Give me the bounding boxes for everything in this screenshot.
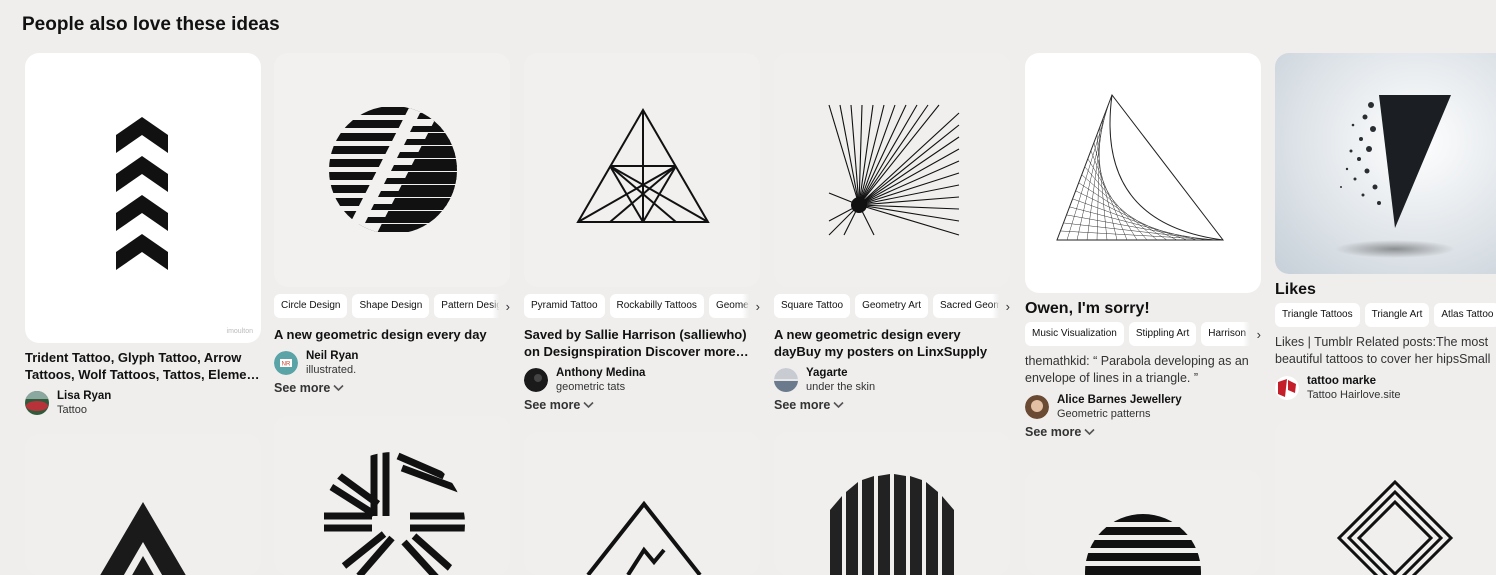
pin-card[interactable]: Circle Design Shape Design Pattern Desig… <box>274 53 510 395</box>
chevron-right-icon[interactable]: › <box>742 293 760 319</box>
pin-image[interactable] <box>25 434 261 575</box>
watermark: imoulton <box>226 328 253 335</box>
avatar[interactable] <box>774 368 798 392</box>
pin-title[interactable]: Saved by Sallie Harrison (salliewho) on … <box>524 326 760 360</box>
pinner[interactable]: Yagarte under the skin <box>774 366 1010 394</box>
pinner[interactable]: Lisa Ryan Tattoo <box>25 389 261 417</box>
see-more-button[interactable]: See more <box>274 381 510 395</box>
pinner-board[interactable]: geometric tats <box>556 380 645 394</box>
pinner[interactable]: NR Neil Ryan illustrated. <box>274 349 510 377</box>
pin-image[interactable] <box>1025 470 1261 575</box>
pinner[interactable]: tattoo marke Tattoo Hairlove.site <box>1275 374 1496 402</box>
pin-image[interactable] <box>524 53 760 287</box>
pin-image[interactable] <box>1275 420 1496 575</box>
chevron-down-icon <box>333 384 344 392</box>
pin-title[interactable]: Likes <box>1275 280 1496 300</box>
pin-title[interactable]: A new geometric design every day <box>274 326 510 343</box>
chevron-right-icon[interactable]: › <box>492 293 510 319</box>
tag-chip[interactable]: Triangle Tattoos <box>1275 303 1360 327</box>
tag-list: Triangle Tattoos Triangle Art Atlas Tatt… <box>1275 302 1496 328</box>
pinner-name[interactable]: Neil Ryan <box>306 349 358 363</box>
pinner-name[interactable]: Yagarte <box>806 366 875 380</box>
pinner-board[interactable]: Tattoo Hairlove.site <box>1307 388 1401 402</box>
pin-title[interactable]: Owen, I'm sorry! <box>1025 299 1261 319</box>
see-more-label: See more <box>774 398 831 412</box>
see-more-label: See more <box>274 381 331 395</box>
pin-description: Likes | Tumblr Related posts:The most be… <box>1275 335 1491 366</box>
pin-card[interactable]: Owen, I'm sorry! Music Visualization Sti… <box>1025 53 1261 439</box>
see-more-button[interactable]: See more <box>524 398 760 412</box>
tag-chip[interactable]: Geometry Art <box>855 294 928 318</box>
pin-card[interactable]: imoulton Trident Tattoo, Glyph Tattoo, A… <box>25 53 261 417</box>
pin-image[interactable] <box>1275 53 1496 274</box>
pin-image[interactable] <box>774 53 1010 287</box>
pinner[interactable]: Alice Barnes Jewellery Geometric pattern… <box>1025 393 1261 421</box>
tag-list: Pyramid Tattoo Rockabilly Tattoos Geomet… <box>524 293 760 319</box>
chevron-right-icon[interactable]: › <box>1243 321 1261 347</box>
chevron-down-icon <box>833 401 844 409</box>
pinner-name[interactable]: tattoo marke <box>1307 374 1401 388</box>
avatar[interactable] <box>524 368 548 392</box>
tag-chip[interactable]: Atlas Tattoo <box>1434 303 1496 327</box>
pinner-name[interactable]: Alice Barnes Jewellery <box>1057 393 1182 407</box>
tag-chip[interactable]: Music Visualization <box>1025 322 1124 346</box>
chevron-right-icon[interactable]: › <box>992 293 1010 319</box>
section-title: People also love these ideas <box>22 14 280 35</box>
see-more-label: See more <box>524 398 581 412</box>
tag-chip[interactable]: Triangle Art <box>1364 303 1430 327</box>
tag-chip[interactable]: Square Tattoo <box>774 294 851 318</box>
pin-card[interactable]: Square Tattoo Geometry Art Sacred Geomet… <box>774 53 1010 412</box>
avatar[interactable] <box>1025 395 1049 419</box>
pinner[interactable]: Anthony Medina geometric tats <box>524 366 760 394</box>
tag-chip[interactable]: Shape Design <box>352 294 430 318</box>
pin-image[interactable] <box>1025 53 1261 293</box>
pin-card[interactable]: Likes Triangle Tattoos Triangle Art Atla… <box>1275 53 1496 402</box>
pinner-name[interactable]: Anthony Medina <box>556 366 645 380</box>
tag-chip[interactable]: Circle Design <box>274 294 348 318</box>
pin-title[interactable]: Trident Tattoo, Glyph Tattoo, Arrow Tatt… <box>25 349 261 383</box>
pin-title[interactable]: A new geometric design every dayBuy my p… <box>774 326 1010 360</box>
avatar[interactable] <box>1275 376 1299 400</box>
pinner-name[interactable]: Lisa Ryan <box>57 389 111 403</box>
tag-list: Music Visualization Stippling Art Harris… <box>1025 321 1261 347</box>
pin-image[interactable]: imoulton <box>25 53 261 343</box>
chevron-down-icon <box>1084 428 1095 436</box>
pin-image[interactable] <box>524 432 760 575</box>
pinner-board[interactable]: Geometric patterns <box>1057 407 1182 421</box>
tag-chip[interactable]: Rockabilly Tattoos <box>609 294 704 318</box>
avatar[interactable] <box>25 391 49 415</box>
pin-image[interactable] <box>274 416 510 575</box>
pin-image[interactable] <box>274 53 510 287</box>
chevron-down-icon <box>583 401 594 409</box>
pinner-board[interactable]: under the skin <box>806 380 875 394</box>
pinner-board[interactable]: illustrated. <box>306 363 358 377</box>
avatar[interactable]: NR <box>274 351 298 375</box>
pin-card[interactable]: Pyramid Tattoo Rockabilly Tattoos Geomet… <box>524 53 760 412</box>
pin-image[interactable] <box>774 432 1010 575</box>
tag-chip[interactable]: Stippling Art <box>1128 322 1197 346</box>
tag-list: Square Tattoo Geometry Art Sacred Geomet… <box>774 293 1010 319</box>
pinner-board[interactable]: Tattoo <box>57 403 111 417</box>
see-more-button[interactable]: See more <box>774 398 1010 412</box>
see-more-button[interactable]: See more <box>1025 425 1261 439</box>
tag-chip[interactable]: Pyramid Tattoo <box>524 294 605 318</box>
tag-list: Circle Design Shape Design Pattern Desig… <box>274 293 510 319</box>
avatar-initials: NR <box>282 362 291 368</box>
see-more-label: See more <box>1025 425 1082 439</box>
pin-description: themathkid: “ Parabola developing as an … <box>1025 354 1249 385</box>
